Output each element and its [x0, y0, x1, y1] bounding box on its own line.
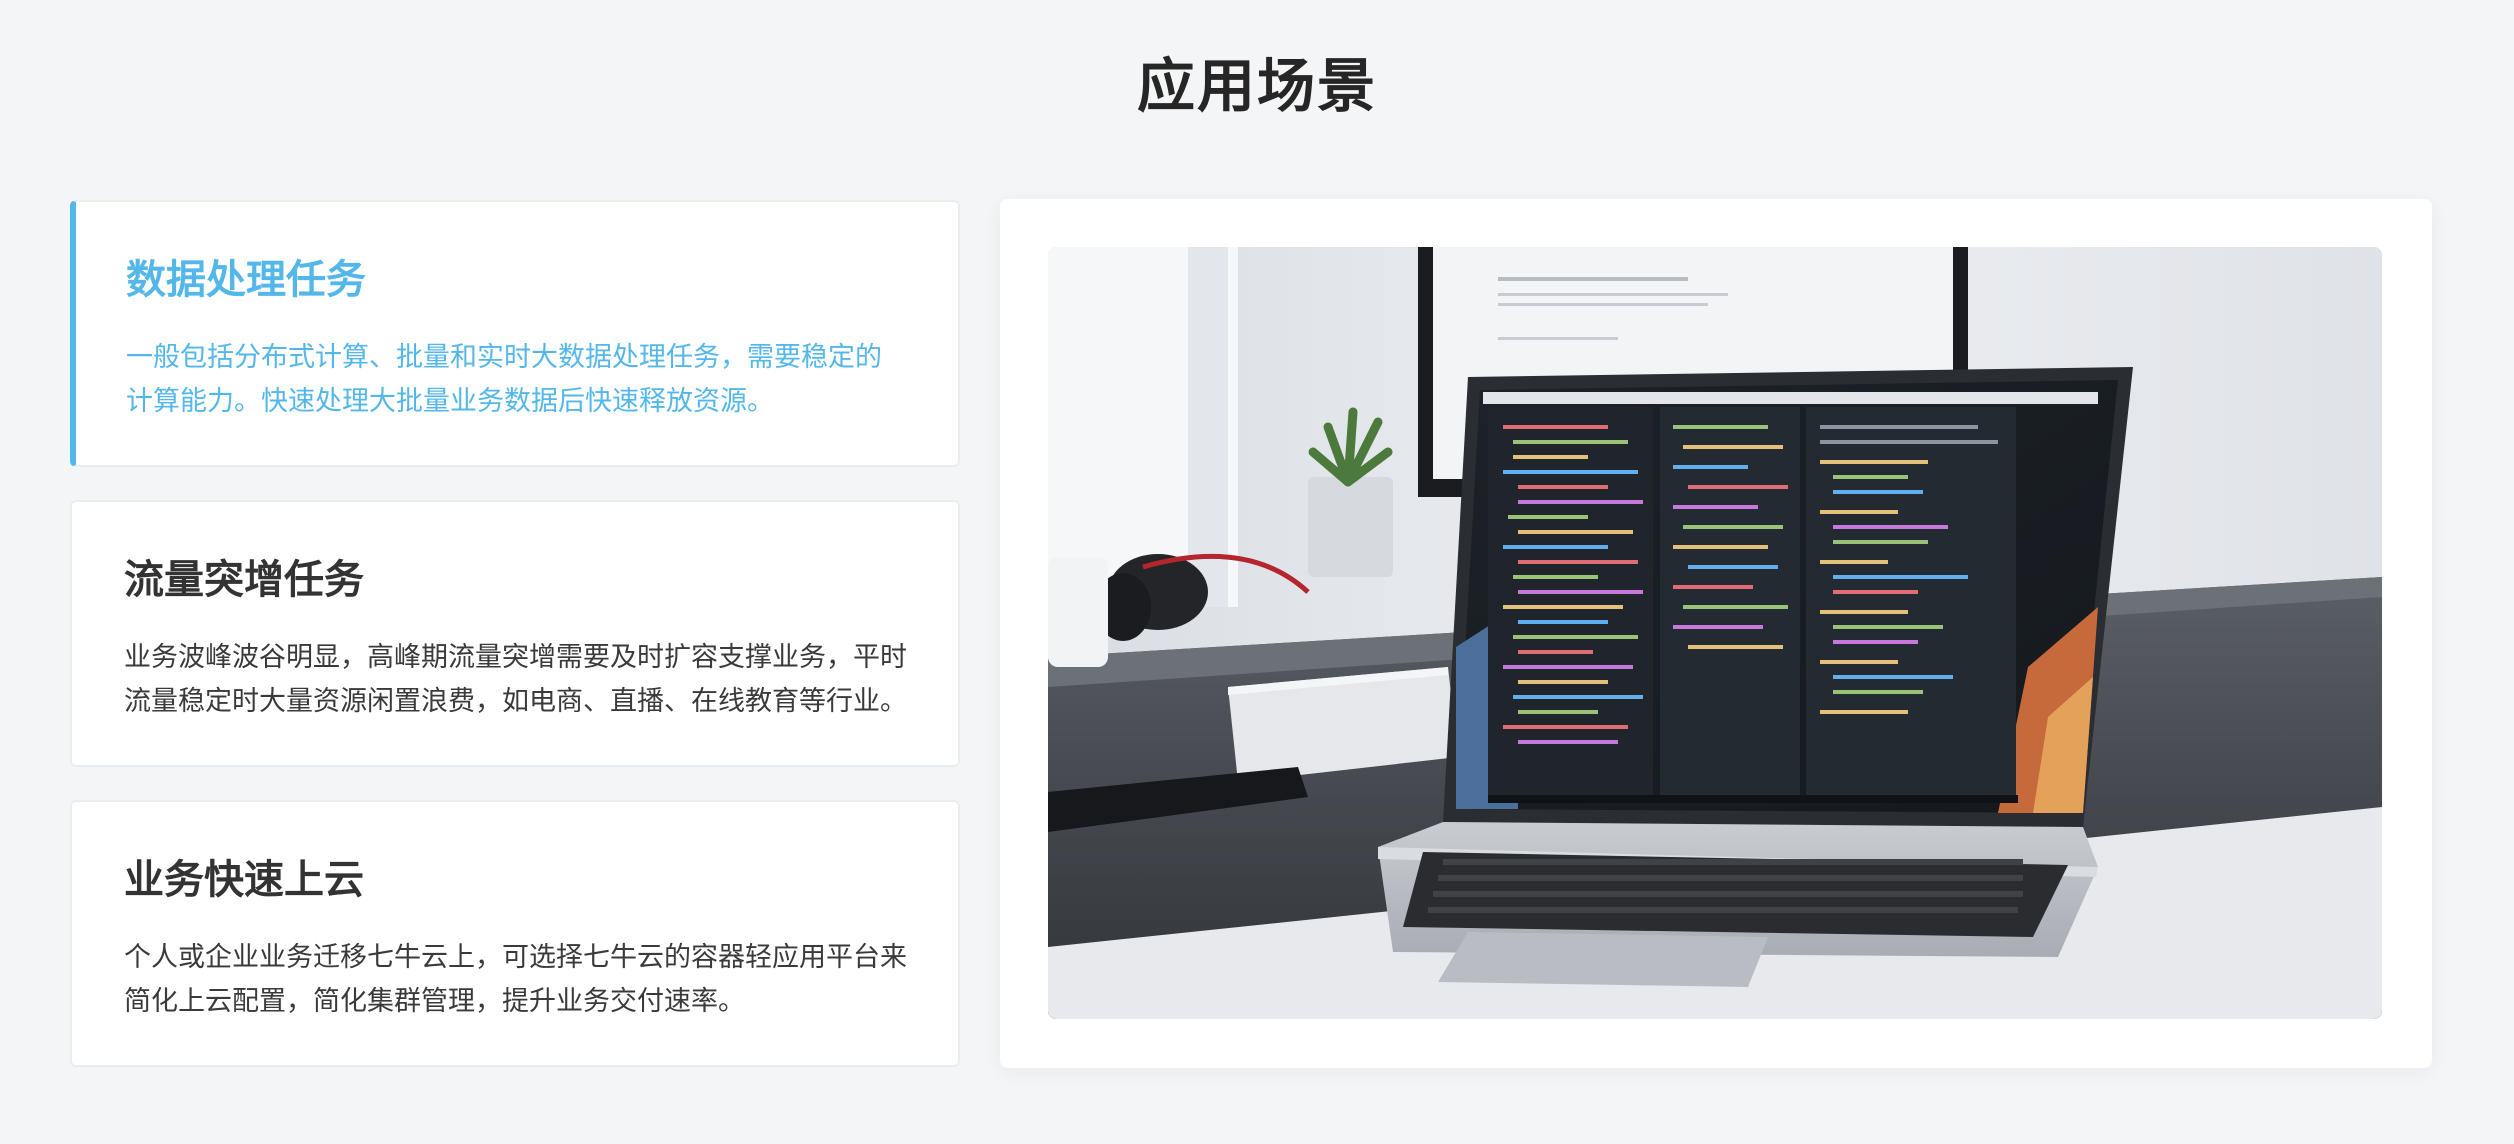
scenario-preview-panel [1000, 199, 2432, 1068]
laptop-code-image [1048, 247, 2382, 1019]
scenario-card-traffic-surge[interactable]: 流量突增任务 业务波峰波谷明显，高峰期流量突增需要及时扩容支撑业务，平时流量稳定… [70, 500, 960, 767]
scenario-list: 数据处理任务 一般包括分布式计算、批量和实时大数据处理任务，需要稳定的计算能力。… [70, 200, 960, 1100]
section-title: 应用场景 [1136, 52, 1377, 120]
scenario-card-cloud-migration[interactable]: 业务快速上云 个人或企业业务迁移七牛云上，可选择七牛云的容器轻应用平台来简化上云… [70, 800, 960, 1067]
scenario-title: 业务快速上云 [124, 857, 364, 903]
scenario-description: 一般包括分布式计算、批量和实时大数据处理任务，需要稳定的计算能力。快速处理大批量… [126, 342, 882, 417]
scenario-card-data-processing[interactable]: 数据处理任务 一般包括分布式计算、批量和实时大数据处理任务，需要稳定的计算能力。… [70, 200, 960, 467]
scenario-title: 流量突增任务 [124, 557, 364, 603]
scenario-description: 个人或企业业务迁移七牛云上，可选择七牛云的容器轻应用平台来简化上云配置，简化集群… [124, 942, 907, 1017]
scenario-title: 数据处理任务 [126, 257, 366, 303]
scenario-description: 业务波峰波谷明显，高峰期流量突增需要及时扩容支撑业务，平时流量稳定时大量资源闲置… [124, 642, 907, 717]
